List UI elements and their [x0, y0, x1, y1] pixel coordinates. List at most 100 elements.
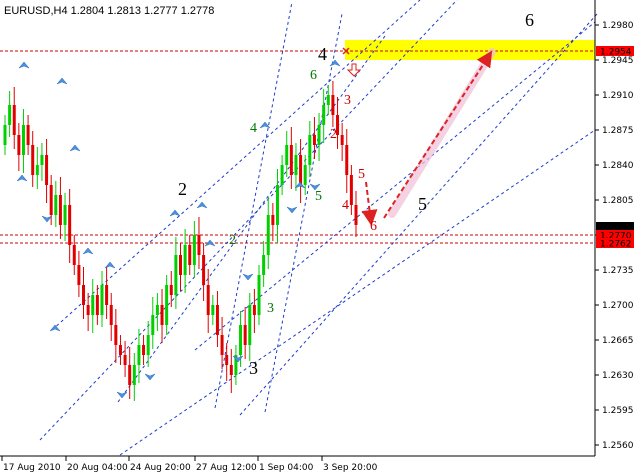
candle-body	[82, 285, 86, 305]
candle-body	[54, 195, 58, 215]
candle-body	[45, 155, 49, 185]
candle-body	[114, 325, 118, 345]
candle-body	[280, 165, 284, 185]
candle-body	[179, 255, 182, 275]
candle-body	[86, 305, 90, 315]
price-tag-label: 1.2954	[600, 48, 632, 58]
candle-body	[169, 285, 173, 295]
candle-body	[308, 135, 312, 165]
wave-label-major: 2	[178, 179, 187, 199]
candle-body	[289, 145, 293, 175]
candle-body	[266, 215, 270, 255]
candle-body	[229, 365, 233, 375]
candle-body	[354, 205, 358, 225]
plot-area	[0, 0, 595, 455]
wave-label-minor: 6	[310, 68, 317, 83]
candle-body	[58, 195, 62, 225]
candle-body	[72, 245, 76, 265]
candle-body	[95, 295, 99, 315]
y-tick-label: 1.2910	[602, 91, 634, 101]
candle-body	[8, 105, 12, 125]
wave-label-major: 4	[318, 44, 327, 64]
candle-body	[68, 205, 72, 245]
candle-body	[118, 345, 122, 355]
candle-body	[340, 135, 344, 145]
wave-label-minor: 4	[342, 198, 349, 213]
wave-label-minor: 4	[250, 121, 257, 136]
candle-body	[345, 145, 349, 175]
candle-body	[294, 155, 298, 175]
candle-body	[3, 125, 7, 145]
candle-body	[299, 155, 303, 185]
wave-label-minor: 2	[330, 127, 337, 142]
y-tick-label: 1.2700	[602, 301, 634, 311]
candle-body	[271, 215, 275, 225]
x-tick-label: 1 Sep 04:00	[259, 463, 314, 473]
candle-body	[132, 365, 136, 385]
wave-label-minor: 3	[344, 93, 351, 108]
candle-body	[317, 125, 321, 145]
candle-body	[257, 275, 261, 315]
candle-body	[215, 305, 219, 335]
candle-body	[303, 165, 307, 185]
candle-body	[239, 325, 243, 355]
y-tick-label: 1.2665	[602, 336, 634, 346]
candle-body	[142, 345, 146, 355]
candle-body	[109, 305, 113, 325]
wave-label-minor: 2	[229, 233, 236, 248]
x-tick-label: 20 Aug 04:00	[67, 463, 128, 473]
candle-body	[77, 265, 81, 285]
wave-label-minor: 5	[358, 167, 365, 182]
candle-body	[21, 125, 25, 155]
candle-body	[151, 315, 155, 335]
y-tick-label: 1.2945	[602, 56, 634, 66]
candle-body	[12, 105, 16, 135]
candle-body	[206, 285, 210, 315]
candle-body	[160, 305, 164, 325]
candle-body	[165, 285, 169, 325]
y-tick-label: 1.2980	[602, 21, 634, 31]
candle-body	[225, 355, 229, 365]
x-tick-label: 17 Aug 2010	[3, 463, 61, 473]
x-tick-label: 3 Sep 20:00	[323, 463, 378, 473]
candle-body	[252, 305, 256, 315]
candle-body	[188, 245, 192, 265]
candle-body	[26, 125, 30, 145]
candle-body	[183, 245, 187, 275]
y-tick-label: 1.2805	[602, 196, 634, 206]
candle-body	[285, 145, 289, 165]
wave-label-minor: 3	[267, 301, 274, 316]
wave-label-major: 3	[249, 358, 258, 378]
symbol-line: EURUSD,H4 1.2804 1.2813 1.2777 1.2778	[4, 5, 214, 17]
candle-body	[262, 255, 266, 275]
candle-body	[312, 135, 316, 145]
candle-body	[128, 365, 132, 385]
y-tick-label: 1.2630	[602, 371, 634, 381]
wave-label-major: 6	[525, 10, 534, 30]
candle-body	[155, 305, 159, 315]
candle-body	[174, 255, 178, 295]
candle-body	[220, 335, 224, 355]
candle-body	[63, 205, 67, 225]
candle-body	[49, 185, 53, 215]
x-tick-label: 24 Aug 20:00	[130, 463, 191, 473]
candle-body	[123, 355, 127, 365]
y-tick-label: 1.2735	[602, 266, 634, 276]
candle-body	[40, 155, 44, 165]
wave-label-major: 5	[418, 194, 427, 214]
y-tick-label: 1.2560	[602, 441, 634, 451]
candle-body	[100, 285, 104, 315]
candle-body	[146, 335, 150, 355]
candle-body	[91, 295, 95, 315]
candle-body	[275, 185, 279, 225]
y-tick-label: 1.2595	[602, 406, 634, 416]
candle-body	[331, 95, 335, 115]
price-tag-label: 1.2762	[600, 240, 632, 250]
candle-body	[105, 285, 109, 305]
candle-body	[202, 255, 206, 285]
candle-body	[326, 95, 330, 105]
candle-body	[17, 135, 21, 155]
candle-body	[243, 325, 247, 345]
candle-body	[322, 105, 326, 125]
wave-label-minor: 6	[370, 219, 377, 234]
